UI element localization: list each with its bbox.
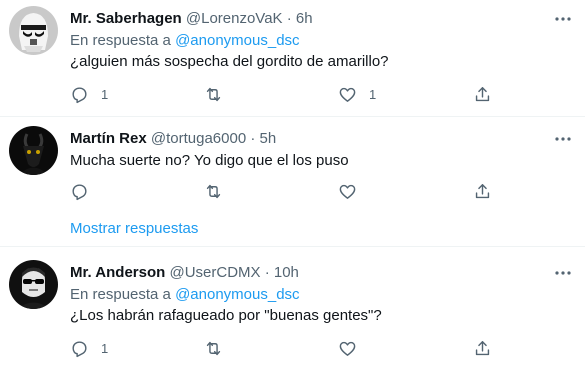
reply-button[interactable]: 1 — [70, 84, 108, 104]
tweet-1[interactable]: Mr. Saberhagen @LorenzoVaK · 6h En respu… — [0, 0, 585, 112]
retweet-button[interactable] — [204, 84, 235, 104]
share-icon — [475, 183, 490, 198]
reply-icon — [72, 183, 87, 200]
display-name[interactable]: Mr. Anderson — [70, 264, 165, 281]
reply-button[interactable]: 1 — [70, 338, 108, 358]
show-replies-link[interactable]: Mostrar respuestas — [70, 219, 198, 239]
reply-prefix: En respuesta a — [70, 32, 171, 49]
tweet-actions: 1 — [70, 338, 510, 358]
separator-dot: · — [250, 130, 256, 147]
avatar[interactable] — [9, 260, 58, 309]
tweet-text: ¿Los habrán rafagueado por "buenas gente… — [70, 307, 382, 324]
goat-avatar-image — [9, 126, 58, 175]
tweet-header: Mr. Saberhagen @LorenzoVaK · 6h — [70, 8, 313, 30]
like-button[interactable]: 1 — [338, 84, 376, 104]
retweet-icon — [206, 341, 221, 355]
like-button[interactable] — [338, 181, 369, 201]
avatar[interactable] — [9, 6, 58, 55]
share-button[interactable] — [473, 84, 492, 104]
tweet-header: Martín Rex @tortuga6000 · 5h — [70, 128, 276, 150]
tweet-text: ¿alguien más sospecha del gordito de ama… — [70, 53, 389, 70]
share-button[interactable] — [473, 338, 492, 358]
timestamp[interactable]: 10h — [274, 264, 299, 281]
like-icon — [339, 341, 356, 356]
separator-dot: · — [264, 264, 270, 281]
tweet-actions: 1 1 — [70, 84, 510, 104]
tweet-text: Mucha suerte no? Yo digo que el los puso — [70, 152, 349, 169]
share-button[interactable] — [473, 181, 492, 201]
like-icon — [339, 87, 356, 102]
reply-context: En respuesta a @anonymous_dsc — [70, 31, 300, 51]
display-name[interactable]: Mr. Saberhagen — [70, 10, 182, 27]
share-icon — [475, 340, 490, 355]
retweet-button[interactable] — [204, 338, 235, 358]
avatar[interactable] — [9, 126, 58, 175]
reply-button[interactable] — [70, 181, 101, 201]
reply-icon — [72, 340, 87, 357]
tweet-divider — [0, 116, 585, 117]
stormtrooper-avatar-image — [9, 6, 58, 55]
more-icon[interactable] — [553, 11, 573, 27]
timestamp[interactable]: 5h — [260, 130, 277, 147]
section-divider — [0, 246, 585, 247]
reply-count: 1 — [101, 340, 109, 356]
like-count: 1 — [369, 86, 377, 102]
tweet-3[interactable]: Mr. Anderson @UserCDMX · 10h En respuest… — [0, 254, 585, 369]
user-handle[interactable]: @LorenzoVaK — [186, 10, 283, 27]
user-handle[interactable]: @UserCDMX — [169, 264, 260, 281]
reply-icon — [72, 86, 87, 103]
more-icon[interactable] — [553, 265, 573, 281]
reply-context: En respuesta a @anonymous_dsc — [70, 285, 300, 305]
tweet-actions — [70, 181, 510, 201]
retweet-icon — [206, 87, 221, 101]
more-icon[interactable] — [553, 131, 573, 147]
display-name[interactable]: Martín Rex — [70, 130, 147, 147]
retweet-icon — [206, 184, 221, 198]
reply-mention-link[interactable]: @anonymous_dsc — [175, 32, 299, 49]
retweet-button[interactable] — [204, 181, 235, 201]
reply-count: 1 — [101, 86, 109, 102]
timestamp[interactable]: 6h — [296, 10, 313, 27]
reply-mention-link[interactable]: @anonymous_dsc — [175, 286, 299, 303]
tweet-header: Mr. Anderson @UserCDMX · 10h — [70, 262, 299, 284]
user-handle[interactable]: @tortuga6000 — [151, 130, 246, 147]
separator-dot: · — [286, 10, 292, 27]
like-button[interactable] — [338, 338, 369, 358]
like-icon — [339, 184, 356, 199]
reply-prefix: En respuesta a — [70, 286, 171, 303]
man-sunglasses-avatar-image — [9, 260, 58, 309]
share-icon — [475, 86, 490, 101]
tweet-2[interactable]: Martín Rex @tortuga6000 · 5h Mucha suert… — [0, 120, 585, 210]
